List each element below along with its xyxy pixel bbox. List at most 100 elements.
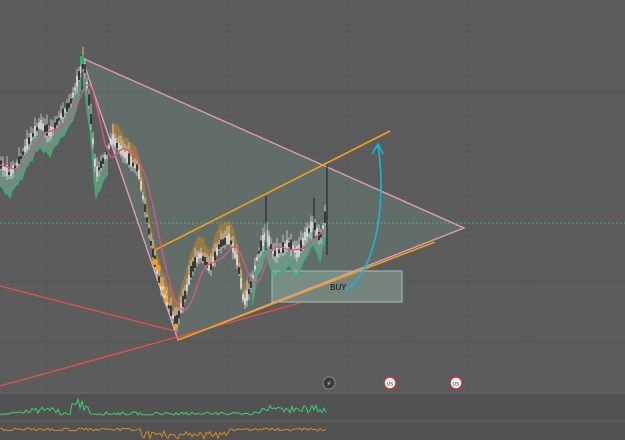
buy-label: BUY — [330, 283, 346, 292]
candle-body — [276, 246, 278, 257]
candle-body — [100, 161, 102, 168]
candle-body — [244, 297, 246, 305]
candle-body — [254, 265, 256, 270]
event-icon-3[interactable]: US — [449, 376, 463, 390]
candle-body — [252, 275, 254, 278]
candle-body — [30, 133, 32, 142]
candle-body — [278, 249, 280, 254]
candle-body — [238, 267, 240, 274]
candle-body — [180, 303, 182, 313]
candle-body — [250, 281, 252, 288]
candle-body — [70, 98, 72, 104]
candle-body — [102, 157, 104, 164]
candle-body — [200, 253, 202, 259]
signal-dot — [159, 281, 165, 287]
candle-body — [4, 167, 6, 172]
candle-body — [116, 142, 118, 148]
candle-body — [34, 126, 36, 136]
signal-dot — [161, 289, 167, 295]
candle-body — [170, 305, 172, 316]
candle-body — [186, 284, 188, 292]
candle-body — [324, 211, 326, 223]
candle-body — [216, 247, 218, 255]
candle-body — [230, 240, 232, 245]
signal-dot — [173, 323, 179, 329]
candle-body — [8, 172, 10, 175]
candle-body — [212, 256, 214, 266]
candle-body — [32, 133, 34, 137]
candle-body — [134, 164, 136, 169]
candle-body — [248, 289, 250, 295]
price-chart[interactable]: BUY ⚡ US US — [0, 0, 625, 440]
candle-body — [204, 256, 206, 266]
candle-body — [136, 164, 138, 172]
candle-body — [262, 234, 264, 247]
candle-body — [14, 165, 16, 169]
candle-body — [226, 235, 228, 245]
candle-body — [144, 204, 146, 212]
candle-body — [220, 239, 222, 247]
candle-body — [24, 146, 26, 152]
event-icon-2[interactable]: US — [383, 376, 397, 390]
candle-body — [168, 305, 170, 309]
candle-body — [94, 158, 96, 167]
candle-body — [152, 248, 154, 258]
candle-body — [130, 156, 132, 167]
candle-body — [74, 87, 76, 91]
candle-body — [194, 256, 196, 269]
candle-body — [104, 154, 106, 159]
candle-body — [222, 239, 224, 246]
candle-body — [258, 250, 260, 254]
candle-body — [108, 145, 110, 149]
candle-body — [112, 134, 114, 145]
event-icon-1[interactable]: ⚡ — [322, 376, 336, 390]
candle-body — [302, 237, 304, 245]
candle-body — [288, 242, 290, 247]
candle-body — [142, 195, 144, 200]
candle-body — [224, 237, 226, 245]
candle-body — [306, 227, 308, 237]
candle-body — [16, 162, 18, 166]
candle-body — [280, 247, 282, 252]
candle-body — [44, 125, 46, 133]
candle-body — [184, 290, 186, 300]
candle-body — [46, 124, 48, 136]
candle-body — [72, 92, 74, 98]
candle-body — [234, 251, 236, 258]
candle-body — [172, 314, 174, 319]
candle-body — [190, 266, 192, 278]
signal-dot — [152, 259, 158, 265]
signal-dot — [155, 265, 161, 271]
candle-body — [214, 251, 216, 261]
candle-body — [18, 156, 20, 164]
candle-body — [22, 151, 24, 156]
candle-body — [260, 240, 262, 252]
candle-body — [10, 167, 12, 177]
candle-body — [40, 119, 42, 130]
candle-body — [146, 217, 148, 223]
candle-body — [150, 241, 152, 246]
candle-body — [124, 152, 126, 159]
candle-body — [240, 277, 242, 289]
candle-body — [270, 244, 272, 250]
candle-body — [64, 108, 66, 113]
candle-body — [2, 163, 4, 171]
candle-body — [62, 108, 64, 117]
candle-body — [90, 114, 92, 125]
flash-icon: ⚡ — [327, 380, 332, 388]
chart-area[interactable]: BUY ⚡ US US — [0, 0, 625, 440]
candle-body — [242, 294, 244, 301]
candle-body — [308, 228, 310, 233]
candle-body — [202, 256, 204, 262]
candle-body — [274, 250, 276, 257]
candle-body — [38, 122, 40, 129]
candle-body — [218, 244, 220, 250]
candle-body — [296, 246, 298, 258]
signal-marker — [80, 56, 84, 64]
candle-body — [148, 228, 150, 235]
candle-body — [290, 239, 292, 250]
candle-body — [188, 275, 190, 285]
candle-body — [318, 232, 320, 241]
candle-body — [322, 225, 324, 229]
candle-body — [126, 151, 128, 163]
